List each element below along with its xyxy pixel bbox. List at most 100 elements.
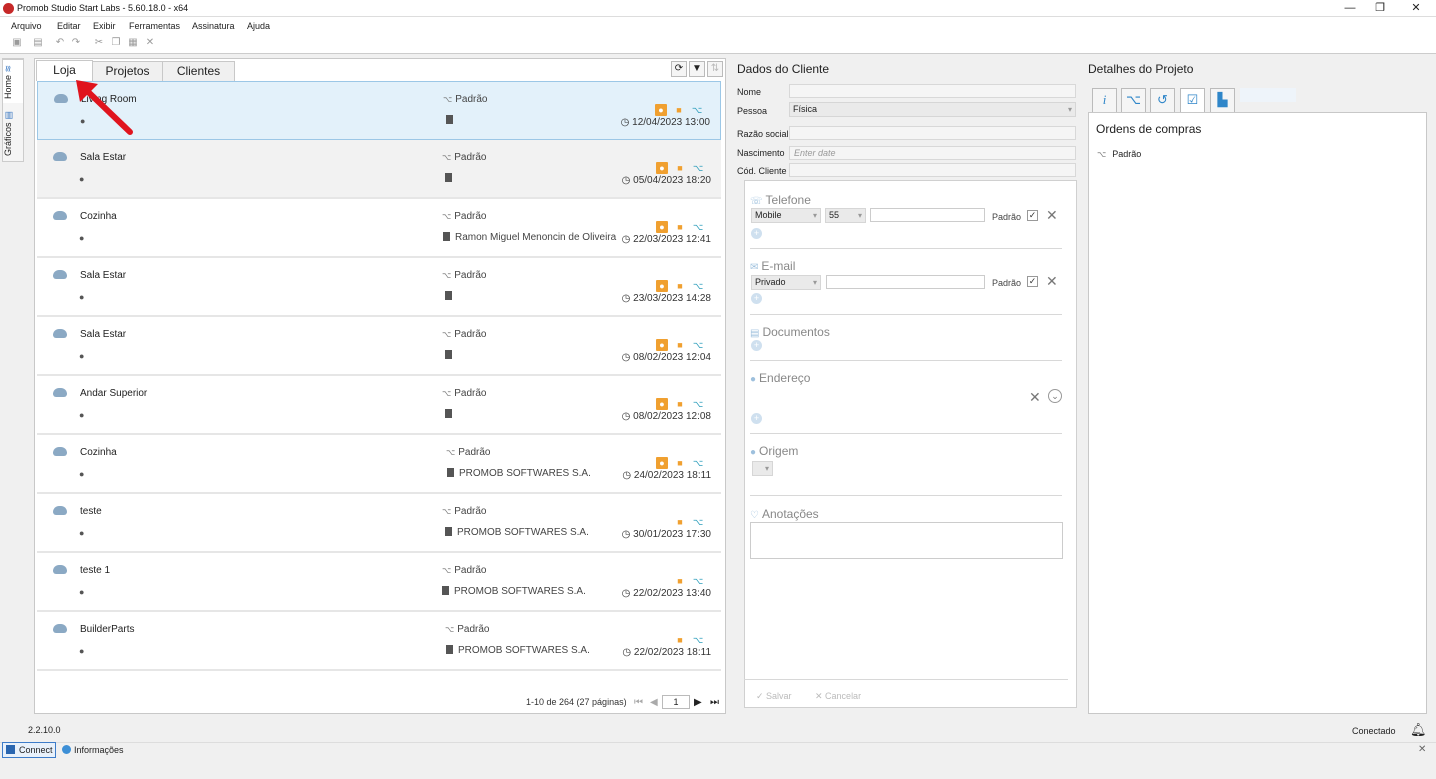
client-icon[interactable]: ● — [656, 162, 668, 174]
email-input[interactable] — [826, 275, 985, 289]
share-icon[interactable]: ⌥ — [692, 339, 704, 351]
close-window-button[interactable]: ✕ — [1396, 0, 1436, 16]
list-item[interactable]: Cozinha ● ⌥ Padrão Ramon Miguel Menoncin de … — [37, 199, 721, 258]
address-remove-icon[interactable]: ✕ — [1029, 389, 1041, 406]
add-email-icon[interactable]: + — [751, 293, 762, 304]
prev-page-button[interactable]: ◀ — [650, 697, 658, 708]
email-type-select[interactable]: Privado — [751, 275, 821, 290]
tab-graficos[interactable]: Gráficos ▥ — [3, 105, 23, 161]
cod-input[interactable] — [789, 163, 1076, 177]
bell-icon[interactable]: 🔔︎ — [1410, 722, 1427, 738]
label-pessoa: Pessoa — [737, 106, 768, 116]
share-icon[interactable]: ⌥ — [692, 398, 704, 410]
save-button[interactable]: ✓ Salvar — [756, 691, 792, 702]
folder-icon[interactable]: ■ — [674, 634, 686, 646]
next-page-button[interactable]: ▶ — [694, 697, 702, 708]
folder-icon[interactable]: ■ — [674, 280, 686, 292]
email-padrao-checkbox[interactable]: ✓ — [1027, 276, 1038, 287]
menu-ajuda[interactable]: Ajuda — [247, 21, 270, 31]
close-panel-icon[interactable]: ✕ — [1418, 744, 1426, 755]
phone-input[interactable] — [870, 208, 985, 222]
undo-icon[interactable]: ↶ — [55, 38, 65, 48]
list-item[interactable]: Cozinha ● ⌥ Padrão PROMOB SOFTWARES S.A. ◷ 24… — [37, 435, 721, 494]
share-icon[interactable]: ⌥ — [692, 457, 704, 469]
notes-textarea[interactable] — [750, 522, 1063, 559]
share-icon[interactable]: ⌥ — [692, 516, 704, 528]
folder-icon[interactable]: ■ — [674, 398, 686, 410]
sort-button[interactable]: ⇅ — [707, 61, 723, 77]
purchase-orders-tab-icon[interactable]: ☑ — [1180, 88, 1205, 112]
versions-tab-icon[interactable]: ⌥ — [1121, 88, 1146, 112]
list-item[interactable]: BuilderParts ● ⌥ Padrão PROMOB SOFTWARES S.A… — [37, 612, 721, 671]
folder-icon[interactable]: ■ — [674, 221, 686, 233]
list-item[interactable]: Andar Superior ● ⌥ Padrão ◷ 08/02/2023 12:08… — [37, 376, 721, 435]
menu-arquivo[interactable]: Arquivo — [11, 21, 42, 31]
client-icon[interactable]: ● — [656, 221, 668, 233]
restore-button[interactable]: ❐ — [1360, 0, 1400, 16]
list-item[interactable]: teste ● ⌥ Padrão PROMOB SOFTWARES S.A. ◷ 30/0… — [37, 494, 721, 553]
connect-button[interactable]: Connect — [2, 742, 56, 758]
client-icon[interactable]: ● — [656, 339, 668, 351]
save-icon[interactable]: ▣ — [12, 38, 22, 48]
nome-input[interactable] — [789, 84, 1076, 98]
project-company: PROMOB SOFTWARES S.A. — [446, 645, 590, 656]
nascimento-input[interactable]: Enter date — [789, 146, 1076, 160]
folder-icon[interactable]: ■ — [674, 516, 686, 528]
copy-icon[interactable]: ❐ — [111, 38, 121, 48]
cancel-button[interactable]: ✕ Cancelar — [815, 691, 861, 702]
list-item[interactable]: teste 1 ● ⌥ Padrão PROMOB SOFTWARES S.A. ◷ 22… — [37, 553, 721, 612]
share-icon[interactable]: ⌥ — [691, 104, 703, 116]
client-icon[interactable]: ● — [656, 280, 668, 292]
share-icon[interactable]: ⌥ — [692, 575, 704, 587]
folder-icon[interactable]: ■ — [674, 575, 686, 587]
menu-exibir[interactable]: Exibir — [93, 21, 116, 31]
share-icon[interactable]: ⌥ — [692, 280, 704, 292]
menu-editar[interactable]: Editar — [57, 21, 81, 31]
share-icon[interactable]: ⌥ — [692, 221, 704, 233]
paste-icon[interactable]: ▦ — [128, 38, 138, 48]
last-page-button[interactable]: ⏭ — [710, 697, 719, 708]
folder-icon[interactable]: ■ — [673, 104, 685, 116]
phone-code-select[interactable]: 55 — [825, 208, 866, 223]
refresh-button[interactable]: ⟳ — [671, 61, 687, 77]
share-icon[interactable]: ⌥ — [692, 634, 704, 646]
folder-icon[interactable]: ■ — [674, 162, 686, 174]
info-button[interactable]: Informações — [62, 745, 124, 755]
add-phone-icon[interactable]: + — [751, 228, 762, 239]
origem-select[interactable] — [752, 461, 773, 476]
phone-remove-icon[interactable]: ✕ — [1046, 207, 1058, 224]
delete-icon[interactable]: ✕ — [145, 38, 155, 48]
list-item[interactable]: Sala Estar ● ⌥ Padrão ◷ 08/02/2023 12:04 ● ■ ⌥ — [37, 317, 721, 376]
history-tab-icon[interactable]: ↺ — [1150, 88, 1175, 112]
print-icon[interactable]: ▤ — [33, 38, 43, 48]
phone-padrao-checkbox[interactable]: ✓ — [1027, 210, 1038, 221]
email-remove-icon[interactable]: ✕ — [1046, 273, 1058, 290]
info-tab-icon[interactable]: i — [1092, 88, 1117, 112]
order-item[interactable]: ⌥ Padrão — [1097, 149, 1141, 159]
redo-icon[interactable]: ↷ — [71, 38, 81, 48]
client-icon[interactable]: ● — [656, 398, 668, 410]
add-address-icon[interactable]: + — [751, 413, 762, 424]
factory-tab-icon[interactable]: ▙ — [1210, 88, 1235, 112]
address-expand-icon[interactable]: ⌄ — [1048, 389, 1062, 403]
page-input[interactable]: 1 — [662, 695, 690, 709]
menu-assinatura[interactable]: Assinatura — [192, 21, 235, 31]
phone-type-select[interactable]: Mobile — [751, 208, 821, 223]
client-icon[interactable]: ● — [656, 457, 668, 469]
razao-input[interactable] — [789, 126, 1076, 140]
cut-icon[interactable]: ✂ — [94, 38, 104, 48]
list-item[interactable]: Sala Estar ● ⌥ Padrão ◷ 23/03/2023 14:28 ● ■ ⌥ — [37, 258, 721, 317]
client-icon[interactable]: ● — [655, 104, 667, 116]
filter-button[interactable]: ▼ — [689, 61, 705, 77]
add-document-icon[interactable]: + — [751, 340, 762, 351]
share-icon[interactable]: ⌥ — [692, 162, 704, 174]
folder-icon[interactable]: ■ — [674, 457, 686, 469]
tab-home[interactable]: Home ≋ — [3, 59, 23, 103]
list-item[interactable]: Sala Estar ● ⌥ Padrão ◷ 05/04/2023 18:20 ● ■ ⌥ — [37, 140, 721, 199]
menu-ferramentas[interactable]: Ferramentas — [129, 21, 180, 31]
tab-clientes[interactable]: Clientes — [162, 61, 235, 81]
person-icon: ● — [79, 469, 85, 479]
folder-icon[interactable]: ■ — [674, 339, 686, 351]
first-page-button[interactable]: ⏮ — [634, 697, 643, 708]
pessoa-select[interactable]: Física — [789, 102, 1076, 117]
